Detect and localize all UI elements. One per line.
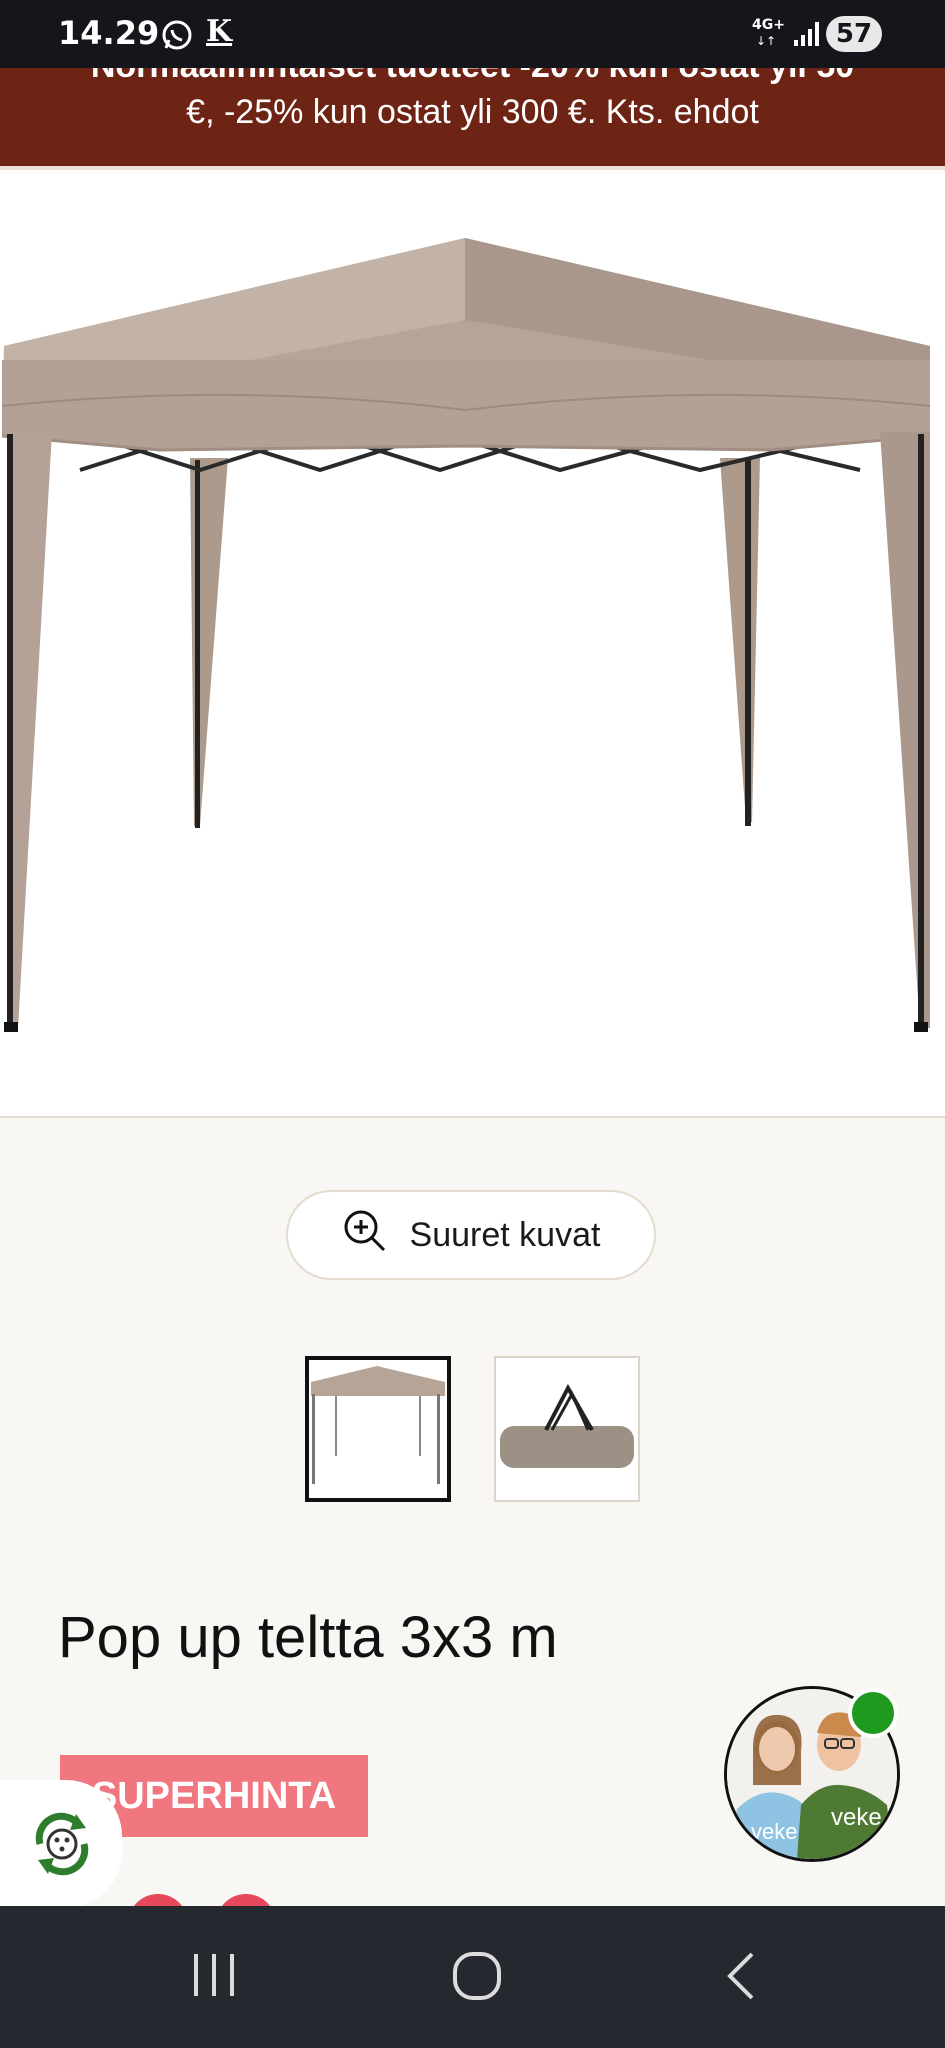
recycle-icon: [20, 1802, 104, 1890]
home-icon[interactable]: [452, 1946, 502, 2006]
recents-icon[interactable]: [190, 1946, 240, 2006]
recycle-widget-button[interactable]: [0, 1780, 122, 1908]
promo-banner[interactable]: Normaalihintaiset tuotteet -20% kun osta…: [0, 68, 945, 166]
back-icon[interactable]: [722, 1946, 762, 2006]
system-nav-bar: [0, 1906, 945, 2048]
zoom-in-icon: [342, 1208, 388, 1263]
product-main-image[interactable]: [0, 170, 945, 1118]
shirt-text-left: veke: [751, 1819, 797, 1844]
large-images-button[interactable]: Suuret kuvat: [286, 1190, 656, 1280]
whatsapp-icon: [160, 18, 194, 56]
promo-text-line2: €, -25% kun ostat yli 300 €. Kts. ehdot: [186, 93, 759, 131]
large-images-label: Suuret kuvat: [409, 1215, 601, 1254]
status-time: 14.29: [58, 14, 160, 52]
online-status-dot: [848, 1688, 898, 1738]
promo-text-line1: Normaalihintaiset tuotteet -20% kun osta…: [0, 68, 945, 88]
thumbnail-bag[interactable]: [494, 1356, 640, 1502]
network-arrows: ↓↑: [756, 34, 777, 48]
status-bar: 14.29 K 4G+ ↓↑ 57: [0, 0, 945, 68]
thumbnail-tent[interactable]: [305, 1356, 451, 1502]
battery-level: 57: [826, 16, 882, 52]
product-title: Pop up teltta 3x3 m: [58, 1605, 558, 1670]
carrier-badge: K: [206, 14, 233, 49]
shirt-text-right: veke: [831, 1804, 882, 1831]
network-type: 4G+: [752, 17, 785, 33]
signal-icon: [792, 20, 820, 48]
